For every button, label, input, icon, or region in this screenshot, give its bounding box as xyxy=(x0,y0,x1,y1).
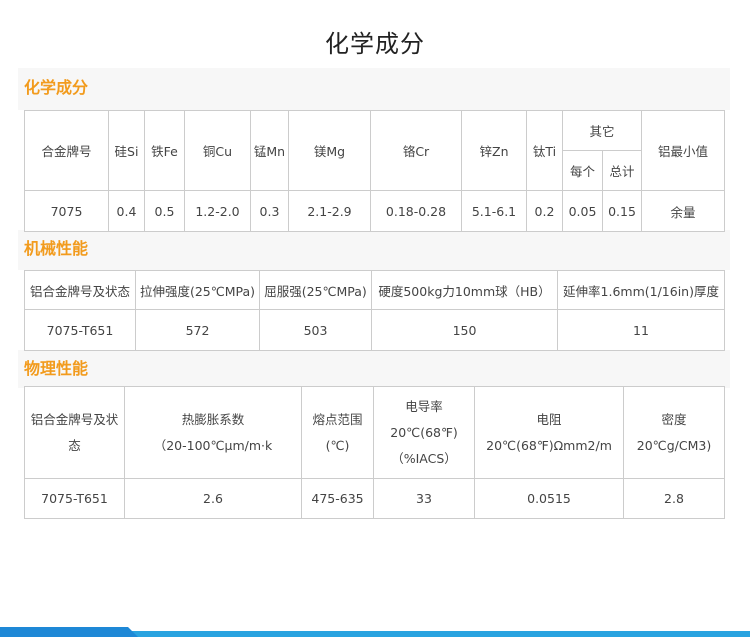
phys-heading-band xyxy=(18,350,730,388)
mech-heading-band xyxy=(18,230,730,270)
phys-header-row: 铝合金牌号及状态 热膨胀系数 （20-100℃μm/m·k 熔点范围 (℃) 电… xyxy=(24,386,725,479)
cell-resistance: 0.0515 xyxy=(474,478,624,519)
col-mn-header: 锰Mn xyxy=(250,110,289,191)
cell-ti: 0.2 xyxy=(526,190,563,232)
density-header-line1: 密度 xyxy=(661,411,687,427)
melting-header-line1: 熔点范围 xyxy=(312,411,363,427)
cell-al: 余量 xyxy=(641,190,726,232)
col-yield-header: 屈服强(25℃MPa) xyxy=(259,270,372,310)
cell-hardness: 150 xyxy=(371,309,558,351)
cell-cr: 0.18-0.28 xyxy=(370,190,462,232)
cell-yield: 503 xyxy=(259,309,372,351)
density-header-line2: 20℃g/CM3) xyxy=(636,437,712,453)
expansion-header-line1: 热膨胀系数 xyxy=(181,411,245,427)
cell-mn: 0.3 xyxy=(250,190,289,232)
col-al-header: 铝最小值 xyxy=(641,110,726,191)
conductivity-header-line1: 电导率 xyxy=(405,398,443,414)
cell-density: 2.8 xyxy=(623,478,725,519)
mech-table: 铝合金牌号及状态 拉伸强度(25℃MPa) 屈服强(25℃MPa) 硬度500k… xyxy=(24,270,725,351)
col-mg-header: 镁Mg xyxy=(288,110,371,191)
table-row: 7075-T651 572 503 150 11 xyxy=(24,309,725,351)
chem-section-heading: 化学成分 xyxy=(24,78,89,97)
col-alloy-state-header: 铝合金牌号及状态 xyxy=(24,270,136,310)
col-other-header: 其它 xyxy=(561,110,643,151)
expansion-header-line2: （20-100℃μm/m·k xyxy=(153,437,273,453)
chem-header-row: 合金牌号 硅Si 铁Fe 铜Cu 锰Mn 镁Mg 铬Cr 锌Zn 钛Ti 其它 … xyxy=(24,110,726,191)
col-cr-header: 铬Cr xyxy=(370,110,462,191)
col-total-header: 总计 xyxy=(601,150,643,191)
col-melting-header: 熔点范围 (℃) xyxy=(301,386,374,479)
col-alloy-header: 合金牌号 xyxy=(24,110,109,191)
col-each-header: 每个 xyxy=(562,150,603,191)
cell-conductivity: 33 xyxy=(373,478,475,519)
cell-melting: 475-635 xyxy=(301,478,374,519)
cell-elongation: 11 xyxy=(557,309,725,351)
col-alloy-state-header: 铝合金牌号及状态 xyxy=(24,386,125,479)
col-conductivity-header: 电导率 20℃(68℉) （%IACS） xyxy=(373,386,475,479)
phys-section-heading: 物理性能 xyxy=(24,359,89,378)
col-fe-header: 铁Fe xyxy=(144,110,185,191)
col-si-header: 硅Si xyxy=(108,110,145,191)
conductivity-header-line2: 20℃(68℉) xyxy=(390,424,458,440)
chem-heading-band xyxy=(18,68,730,110)
conductivity-header-line3: （%IACS） xyxy=(391,450,457,466)
chem-table: 合金牌号 硅Si 铁Fe 铜Cu 锰Mn 镁Mg 铬Cr 锌Zn 钛Ti 其它 … xyxy=(24,110,726,232)
cell-si: 0.4 xyxy=(108,190,145,232)
mech-header-row: 铝合金牌号及状态 拉伸强度(25℃MPa) 屈服强(25℃MPa) 硬度500k… xyxy=(24,270,725,310)
table-row: 7075 0.4 0.5 1.2-2.0 0.3 2.1-2.9 0.18-0.… xyxy=(24,190,726,232)
cell-mg: 2.1-2.9 xyxy=(288,190,371,232)
resistance-header-line1: 电阻 xyxy=(536,411,562,427)
footer-accent-tab xyxy=(0,627,138,637)
mech-section-heading: 机械性能 xyxy=(24,239,89,258)
table-row: 7075-T651 2.6 475-635 33 0.0515 2.8 xyxy=(24,478,725,519)
page-title: 化学成分 xyxy=(325,30,425,58)
melting-header-line2: (℃) xyxy=(325,437,350,453)
cell-cu: 1.2-2.0 xyxy=(184,190,251,232)
cell-alloy: 7075 xyxy=(24,190,109,232)
col-resistance-header: 电阻 20℃(68℉)Ωmm2/m xyxy=(474,386,624,479)
col-zn-header: 锌Zn xyxy=(461,110,527,191)
cell-total: 0.15 xyxy=(601,190,643,232)
cell-each: 0.05 xyxy=(562,190,603,232)
cell-alloy-state: 7075-T651 xyxy=(24,309,136,351)
cell-expansion: 2.6 xyxy=(124,478,302,519)
col-ti-header: 钛Ti xyxy=(526,110,563,191)
cell-alloy-state: 7075-T651 xyxy=(24,478,125,519)
col-density-header: 密度 20℃g/CM3) xyxy=(623,386,725,479)
col-elongation-header: 延伸率1.6mm(1/16in)厚度 xyxy=(557,270,725,310)
cell-tensile: 572 xyxy=(135,309,260,351)
resistance-header-line2: 20℃(68℉)Ωmm2/m xyxy=(486,437,612,453)
col-hardness-header: 硬度500kg力10mm球（HB） xyxy=(371,270,558,310)
col-tensile-header: 拉伸强度(25℃MPa) xyxy=(135,270,260,310)
cell-fe: 0.5 xyxy=(144,190,185,232)
col-expansion-header: 热膨胀系数 （20-100℃μm/m·k xyxy=(124,386,302,479)
phys-table: 铝合金牌号及状态 热膨胀系数 （20-100℃μm/m·k 熔点范围 (℃) 电… xyxy=(24,386,725,519)
col-cu-header: 铜Cu xyxy=(184,110,251,191)
cell-zn: 5.1-6.1 xyxy=(461,190,527,232)
